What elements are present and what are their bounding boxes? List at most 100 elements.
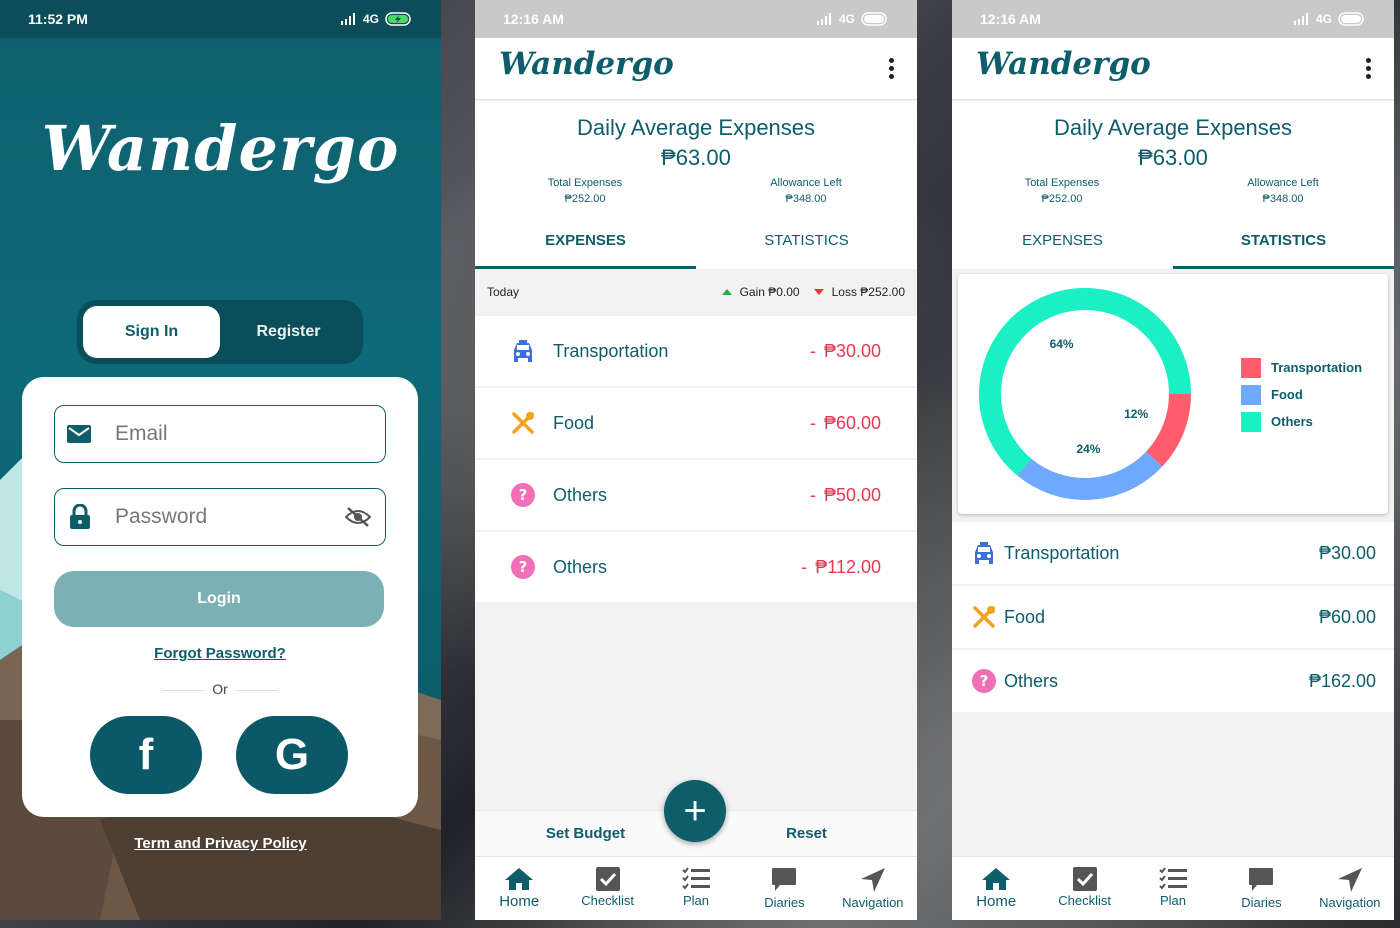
category-amount: ₱60.00	[1318, 606, 1376, 627]
loss-arrow-icon	[813, 289, 824, 295]
eye-off-icon[interactable]	[345, 507, 371, 527]
nav-diaries[interactable]: Diaries	[1217, 857, 1305, 920]
expense-amount: - ₱30.00	[809, 340, 881, 361]
status-bar: 11:52 PM 4G	[0, 0, 441, 38]
password-field[interactable]: Password	[54, 488, 386, 546]
email-field[interactable]: Email	[54, 405, 386, 463]
fork-knife-icon	[512, 412, 534, 434]
statistics-screen: 12:16 AM 4G Wandergo Daily Average Expen…	[952, 0, 1394, 920]
app-logo: Wandergo	[976, 46, 1151, 82]
more-menu-icon[interactable]	[889, 58, 895, 82]
category-label: Food	[1004, 606, 1046, 627]
nav-label: Checklist	[581, 893, 634, 908]
login-screen: 11:52 PM 4G Wandergo Sign In Register Em…	[0, 0, 441, 920]
slice-food	[1017, 451, 1163, 500]
gain-arrow-icon	[721, 289, 732, 295]
nav-diaries[interactable]: Diaries	[740, 857, 828, 920]
status-time: 12:16 AM	[980, 11, 1041, 27]
total-expenses: Total Expenses ₱252.00	[485, 175, 685, 207]
summary-panel: Daily Average Expenses ₱63.00 Total Expe…	[952, 101, 1394, 269]
or-label: Or	[212, 681, 228, 697]
forgot-password-link[interactable]: Forgot Password?	[22, 645, 418, 662]
tab-sign-in[interactable]: Sign In	[83, 306, 220, 358]
expense-amount: - ₱50.00	[809, 484, 881, 505]
total-expenses: Total Expenses ₱252.00	[962, 175, 1162, 207]
status-icons: 4G	[340, 12, 413, 26]
tab-expenses[interactable]: EXPENSES	[952, 229, 1173, 269]
allowance-left-value: ₱348.00	[785, 193, 827, 205]
category-row-others[interactable]: ? Others ₱162.00	[952, 650, 1394, 712]
expense-amount: - ₱112.00	[801, 556, 881, 577]
svg-text:?: ?	[519, 558, 528, 576]
nav-label: Diaries	[1241, 895, 1282, 910]
network-type: 4G	[838, 12, 855, 26]
expense-row-others[interactable]: ? Others - ₱50.00	[475, 460, 917, 530]
chart-legend: Transportation Food Others	[1241, 354, 1362, 435]
or-divider: Or	[22, 681, 418, 697]
chat-bubble-icon	[1249, 868, 1274, 891]
donut-chart: 12% 24% 64%	[979, 288, 1191, 500]
nav-label: Navigation	[842, 895, 904, 910]
gain-label: Gain ₱0.00	[739, 285, 800, 299]
login-card: Email Password Login Forgot Password? Or…	[22, 377, 418, 817]
auth-toggle: Sign In Register	[77, 300, 363, 364]
question-icon: ?	[511, 483, 535, 507]
legend-item-others: Others	[1241, 408, 1362, 435]
signal-icon	[816, 13, 831, 25]
add-expense-button[interactable]: +	[664, 780, 726, 842]
set-budget-button[interactable]: Set Budget	[475, 811, 696, 856]
tab-expenses[interactable]: EXPENSES	[475, 229, 696, 269]
home-icon	[505, 868, 534, 890]
expense-label: Food	[553, 412, 595, 433]
nav-label: Home	[499, 893, 540, 910]
tab-statistics[interactable]: STATISTICS	[1173, 229, 1394, 269]
nav-label: Plan	[1160, 893, 1187, 908]
expenses-screen: 12:16 AM 4G Wandergo Daily Average Expen…	[475, 0, 917, 920]
google-login-button[interactable]: G	[236, 716, 348, 794]
nav-navigation[interactable]: Navigation	[1306, 857, 1394, 920]
nav-checklist[interactable]: Checklist	[563, 857, 651, 920]
nav-plan[interactable]: Plan	[652, 857, 740, 920]
daily-average: ₱63.00	[1138, 145, 1208, 170]
bottom-nav: Home Checklist Plan Diaries Navigation	[475, 856, 917, 920]
battery-charging-icon	[385, 12, 411, 26]
battery-icon	[861, 12, 887, 26]
category-row-transportation[interactable]: Transportation ₱30.00	[952, 522, 1394, 584]
navigation-arrow-icon	[1337, 868, 1362, 892]
terms-link[interactable]: Term and Privacy Policy	[0, 835, 441, 852]
network-type: 4G	[1315, 12, 1332, 26]
nav-label: Plan	[683, 893, 710, 908]
allowance-left-label: Allowance Left	[1247, 177, 1319, 189]
expense-row-transportation[interactable]: Transportation - ₱30.00	[475, 316, 917, 386]
expense-row-others[interactable]: ? Others - ₱112.00	[475, 532, 917, 602]
nav-label: Home	[976, 893, 1017, 910]
facebook-login-button[interactable]: f	[90, 716, 202, 794]
signal-icon	[1293, 13, 1308, 25]
allowance-left: Allowance Left ₱348.00	[1183, 175, 1383, 207]
allowance-left-label: Allowance Left	[770, 177, 842, 189]
signal-icon	[340, 13, 355, 25]
category-row-food[interactable]: Food ₱60.00	[952, 586, 1394, 648]
nav-checklist[interactable]: Checklist	[1040, 857, 1128, 920]
reset-button[interactable]: Reset	[696, 811, 917, 856]
expense-chart: 12% 24% 64% Transportation Food Others	[958, 274, 1388, 514]
tab-register[interactable]: Register	[220, 306, 357, 358]
slice-transportation	[1145, 393, 1191, 467]
nav-home[interactable]: Home	[952, 857, 1040, 920]
label-others: 64%	[1050, 337, 1074, 351]
password-placeholder: Password	[115, 505, 208, 528]
login-button[interactable]: Login	[54, 571, 384, 627]
nav-plan[interactable]: Plan	[1129, 857, 1217, 920]
checkbox-icon	[1072, 867, 1097, 891]
expense-row-food[interactable]: Food - ₱60.00	[475, 388, 917, 458]
more-menu-icon[interactable]	[1366, 58, 1372, 82]
nav-navigation[interactable]: Navigation	[829, 857, 917, 920]
nav-label: Navigation	[1319, 895, 1381, 910]
google-icon: G	[274, 730, 310, 779]
nav-home[interactable]: Home	[475, 857, 563, 920]
checkbox-icon	[595, 867, 620, 891]
app-logo: Wandergo	[41, 112, 400, 185]
network-type: 4G	[362, 12, 379, 26]
legend-swatch	[1241, 411, 1261, 432]
tab-statistics[interactable]: STATISTICS	[696, 229, 917, 269]
